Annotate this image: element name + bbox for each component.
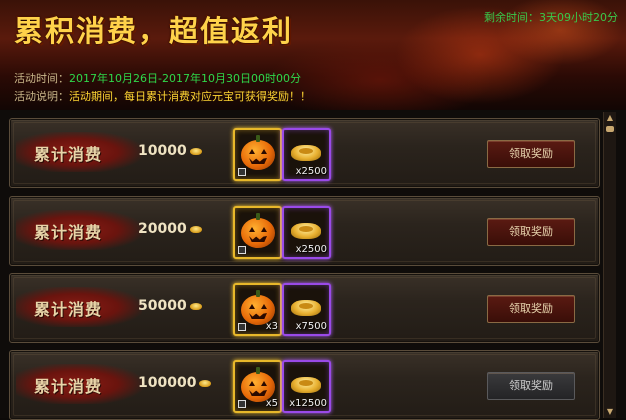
reward-item-pumpkin[interactable] xyxy=(233,206,282,259)
gold-ingot-icon xyxy=(199,379,212,387)
gold-ingot-icon xyxy=(291,145,321,161)
gold-ingot-icon xyxy=(291,300,321,316)
reward-row: 累计消费 50000 x3 x7500 领取奖励 xyxy=(9,273,600,343)
claim-reward-button[interactable]: 领取奖励 xyxy=(487,218,575,246)
reward-row: 累计消费 10000 x2500 领取奖励 xyxy=(9,118,600,188)
item-quantity: x5 xyxy=(265,398,278,409)
reward-item-pumpkin[interactable] xyxy=(233,128,282,181)
pumpkin-lantern-icon xyxy=(241,135,275,170)
event-description: 活动说明：活动期间，每日累计消费对应元宝可获得奖励！！ xyxy=(14,88,311,104)
lock-icon xyxy=(238,168,246,176)
remaining-time-value: 3天09小时20分 xyxy=(539,11,618,24)
event-banner: 累积消费，超值返利 剩余时间：3天09小时20分 活动时间：2017年10月26… xyxy=(0,0,626,111)
reward-row: 累计消费 20000 x2500 领取奖励 xyxy=(9,196,600,266)
tier-amount: 10000 xyxy=(138,143,202,159)
remaining-time-label: 剩余时间： xyxy=(484,11,539,24)
item-quantity: x2500 xyxy=(295,244,327,255)
reward-item-ingot[interactable]: x7500 xyxy=(282,283,331,336)
scrollbar-thumb[interactable] xyxy=(606,126,614,132)
reward-item-pumpkin[interactable]: x3 xyxy=(233,283,282,336)
event-description-label: 活动说明： xyxy=(14,90,69,103)
reward-item-ingot[interactable]: x12500 xyxy=(282,360,331,413)
page-title: 累积消费，超值返利 xyxy=(14,14,294,48)
lock-icon xyxy=(238,400,246,408)
lock-icon xyxy=(238,246,246,254)
event-description-value: 活动期间，每日累计消费对应元宝可获得奖励！！ xyxy=(69,90,311,103)
gold-ingot-icon xyxy=(189,147,202,155)
arrow-down-icon[interactable]: ▼ xyxy=(605,407,615,417)
tier-amount: 50000 xyxy=(138,298,202,314)
claim-reward-button[interactable]: 领取奖励 xyxy=(487,140,575,168)
item-quantity: x2500 xyxy=(295,166,327,177)
gold-ingot-icon xyxy=(189,302,202,310)
tier-tag: 累计消费 xyxy=(16,364,142,404)
tier-tag: 累计消费 xyxy=(16,287,142,327)
gold-ingot-icon xyxy=(189,225,202,233)
reward-item-ingot[interactable]: x2500 xyxy=(282,128,331,181)
reward-list: 累计消费 10000 x2500 领取奖励 累计消费 20000 x2500 领… xyxy=(0,110,626,420)
tier-amount: 20000 xyxy=(138,221,202,237)
claim-reward-button[interactable]: 领取奖励 xyxy=(487,372,575,400)
gold-ingot-icon xyxy=(291,377,321,393)
event-period-value: 2017年10月26日-2017年10月30日00时00分 xyxy=(69,72,301,85)
gold-ingot-icon xyxy=(291,223,321,239)
reward-row: 累计消费 100000 x5 x12500 领取奖励 xyxy=(9,350,600,420)
tier-tag: 累计消费 xyxy=(16,210,142,250)
scrollbar[interactable]: ▲ ▼ xyxy=(603,112,616,418)
tier-tag: 累计消费 xyxy=(16,132,142,172)
item-quantity: x7500 xyxy=(295,321,327,332)
lock-icon xyxy=(238,323,246,331)
reward-item-pumpkin[interactable]: x5 xyxy=(233,360,282,413)
remaining-time: 剩余时间：3天09小时20分 xyxy=(484,9,618,25)
reward-item-ingot[interactable]: x2500 xyxy=(282,206,331,259)
claim-reward-button[interactable]: 领取奖励 xyxy=(487,295,575,323)
event-period: 活动时间：2017年10月26日-2017年10月30日00时00分 xyxy=(14,70,301,86)
item-quantity: x12500 xyxy=(289,398,327,409)
item-quantity: x3 xyxy=(265,321,278,332)
arrow-up-icon[interactable]: ▲ xyxy=(605,113,615,123)
pumpkin-lantern-icon xyxy=(241,213,275,248)
tier-amount: 100000 xyxy=(138,375,212,391)
event-period-label: 活动时间： xyxy=(14,72,69,85)
